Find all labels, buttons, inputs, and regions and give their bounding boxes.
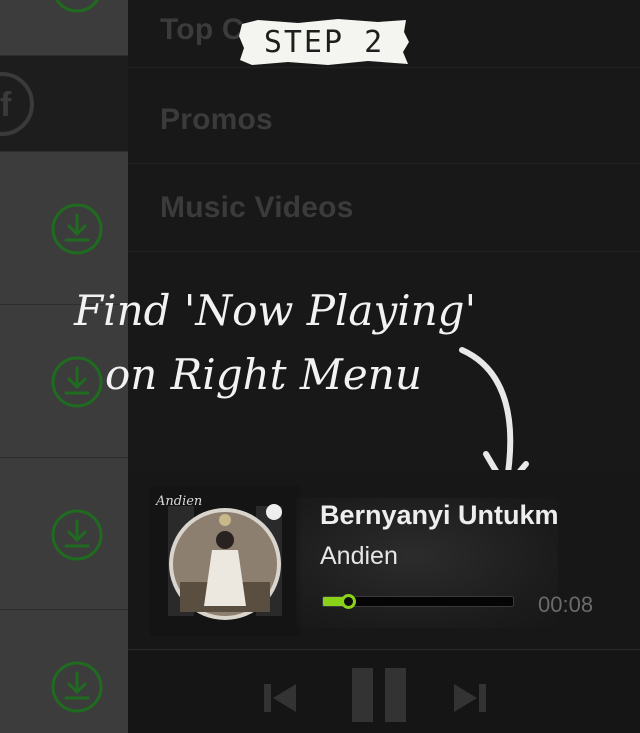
album-brand: Andien xyxy=(156,494,203,509)
facebook-icon[interactable]: f xyxy=(0,70,36,138)
menu-item-label: Promos xyxy=(160,103,273,136)
left-row-social[interactable]: f xyxy=(0,56,128,152)
now-playing[interactable]: Andien Bernyanyi Untukm Andien 00:08 xyxy=(128,470,640,650)
download-icon[interactable] xyxy=(50,508,104,562)
song-title: Bernyanyi Untukm xyxy=(320,500,559,530)
album-art[interactable]: Andien xyxy=(150,486,300,636)
pause-icon[interactable] xyxy=(350,666,408,724)
previous-icon[interactable] xyxy=(262,682,298,714)
progress-knob[interactable] xyxy=(340,594,356,609)
menu-item-label: Top C xyxy=(160,13,244,46)
instruction-line-2: on Right Menu xyxy=(105,350,422,399)
menu-item-promos[interactable]: Promos xyxy=(128,76,640,164)
left-row[interactable] xyxy=(0,458,128,610)
download-icon[interactable] xyxy=(50,0,104,14)
svg-text:f: f xyxy=(0,86,12,124)
next-icon[interactable] xyxy=(452,682,488,714)
step-banner: STEP 2 xyxy=(238,18,410,66)
left-row[interactable] xyxy=(0,610,128,733)
step-label: STEP 2 xyxy=(263,24,385,60)
progress-bar[interactable] xyxy=(322,594,514,609)
menu-item-music-videos[interactable]: Music Videos xyxy=(128,164,640,252)
download-icon[interactable] xyxy=(50,202,104,256)
instruction-line-1: Find 'Now Playing' xyxy=(74,286,477,335)
elapsed-time: 00:08 xyxy=(538,592,594,617)
player-controls xyxy=(128,650,640,733)
artist-name: Andien xyxy=(320,542,398,570)
left-row[interactable] xyxy=(0,152,128,305)
download-icon[interactable] xyxy=(50,660,104,714)
download-icon[interactable] xyxy=(50,355,104,409)
left-row[interactable] xyxy=(0,0,128,56)
menu-item-label: Music Videos xyxy=(160,191,354,224)
